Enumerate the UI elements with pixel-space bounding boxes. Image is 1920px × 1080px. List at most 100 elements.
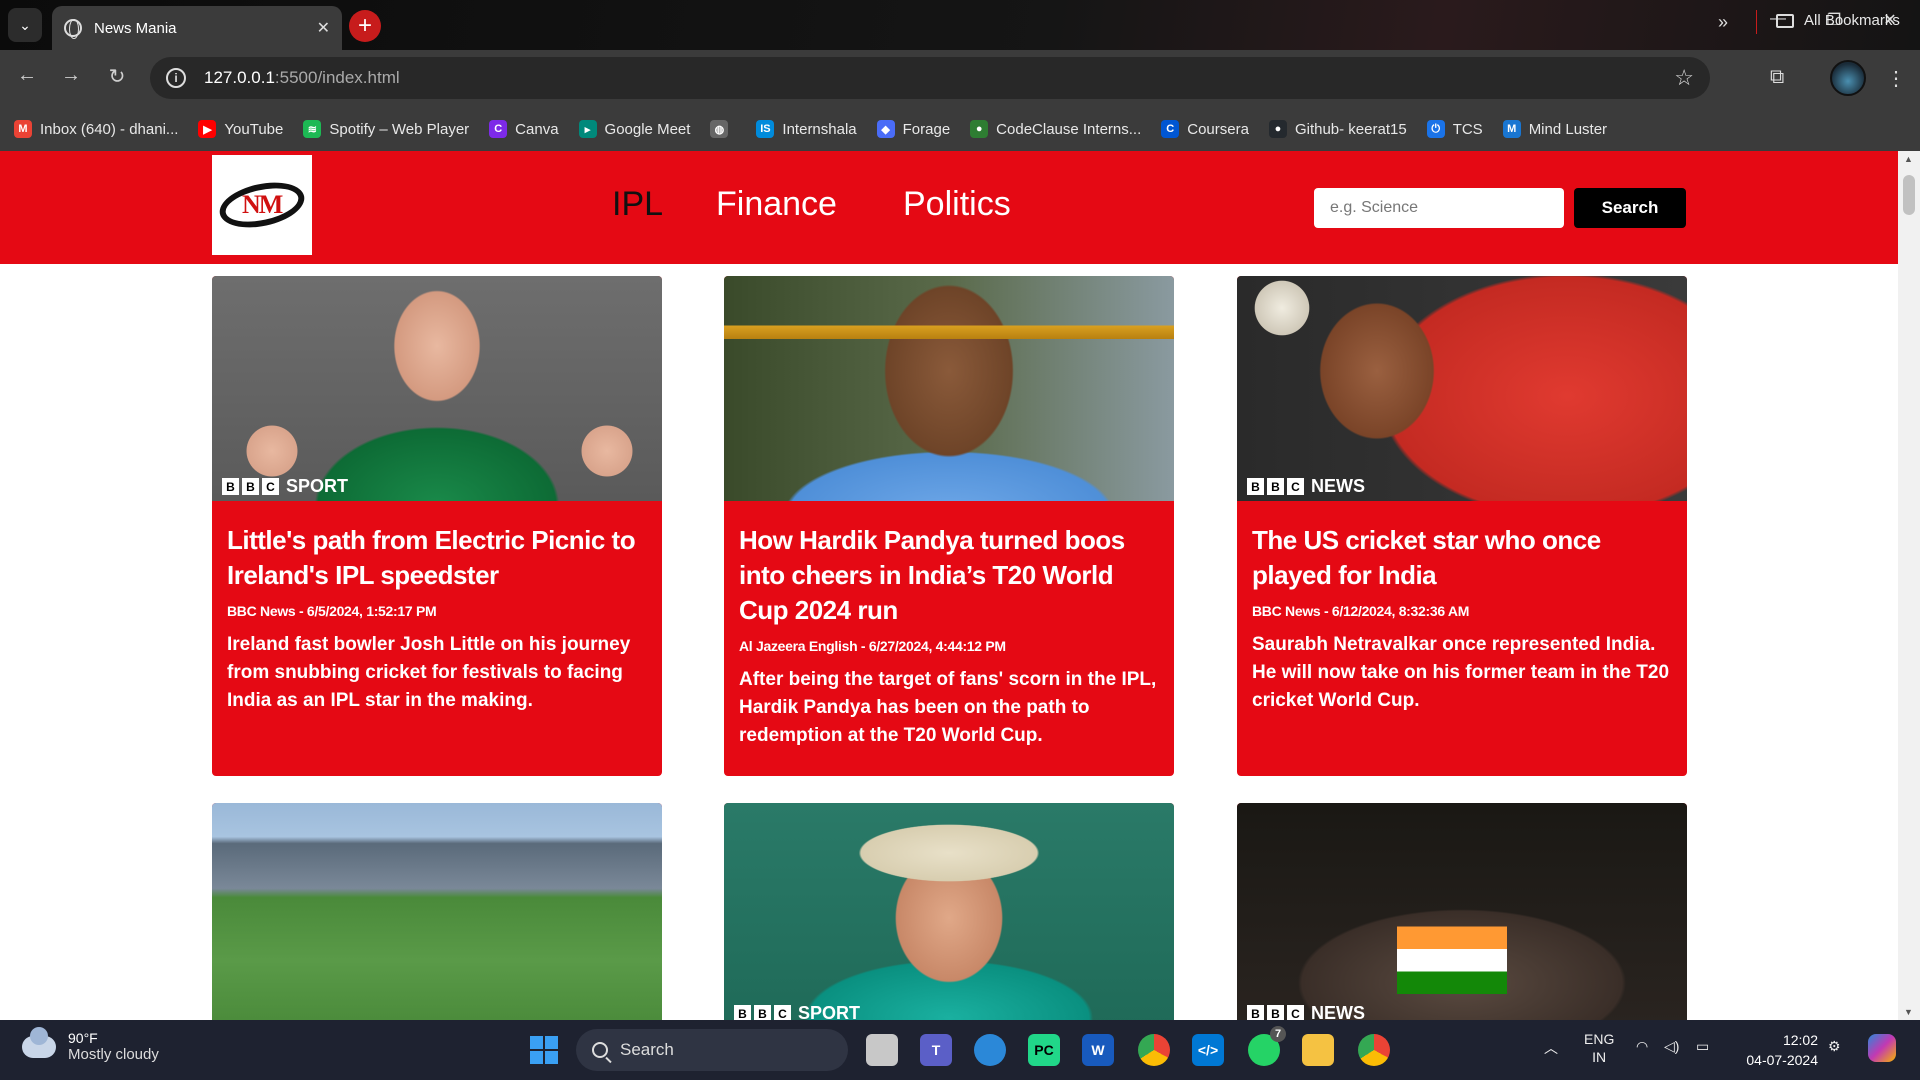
address-bar[interactable]: i 127.0.0.1:5500/index.html ☆	[150, 57, 1710, 99]
clock[interactable]: 12:02 04-07-2024	[1738, 1030, 1818, 1070]
forage-icon: ◆	[876, 120, 895, 138]
windows-start-icon[interactable]	[530, 1036, 558, 1064]
forward-icon[interactable]: →	[56, 64, 86, 87]
teams-icon[interactable]: T	[920, 1034, 952, 1066]
bookmark-label: CodeClause Interns...	[996, 120, 1142, 138]
globe-icon	[64, 19, 82, 39]
news-card[interactable]: BBC NEWS	[1237, 803, 1687, 1020]
news-card[interactable]: BBC SPORT Little's path from Electric Pi…	[212, 276, 662, 776]
url-path: :5500/index.html	[274, 68, 400, 87]
taskbar-search-label: Search	[620, 1040, 674, 1059]
notifications-icon[interactable]: ⚙	[1828, 1038, 1841, 1055]
news-image: BBC SPORT	[212, 276, 662, 501]
word-icon[interactable]: W	[1082, 1034, 1114, 1066]
taskbar: 90°F Mostly cloudy Search T PC W </> 7 ︿…	[0, 1020, 1920, 1080]
profile-avatar[interactable]	[1830, 60, 1866, 96]
scroll-down-icon[interactable]: ▼	[1904, 1007, 1913, 1017]
bookmark-item[interactable]: ◍	[710, 120, 736, 138]
bookmark-item[interactable]: ◆ Forage	[876, 120, 950, 138]
whatsapp-icon[interactable]: 7	[1248, 1026, 1286, 1066]
internshala-icon: IS	[756, 120, 775, 138]
article-title[interactable]: Little's path from Electric Picnic to Ir…	[227, 523, 647, 593]
scrollbar-thumb[interactable]	[1903, 175, 1915, 215]
meet-icon: ▸	[578, 120, 597, 138]
vscode-icon[interactable]: </>	[1192, 1034, 1224, 1066]
article-description: After being the target of fans' scorn in…	[739, 669, 1157, 746]
nav-ipl[interactable]: IPL	[612, 185, 663, 224]
article-description: Saurabh Netravalkar once represented Ind…	[1252, 634, 1670, 711]
reload-icon[interactable]: ↻	[102, 64, 132, 89]
bookmark-item[interactable]: ● Github- keerat15	[1268, 120, 1407, 138]
tray-overflow-icon[interactable]: ︿	[1544, 1038, 1558, 1058]
browser-titlebar: ⌄ News Mania ✕ + — ❐ ✕	[0, 0, 1920, 50]
back-icon[interactable]: ←	[12, 64, 42, 87]
task-view-icon[interactable]	[866, 1034, 898, 1066]
nav-politics[interactable]: Politics	[903, 185, 1011, 224]
bookmarks-divider	[1756, 10, 1757, 34]
bookmark-item[interactable]: M Inbox (640) - dhani...	[14, 120, 178, 138]
menu-icon[interactable]: ⋮	[1886, 66, 1906, 91]
article-meta: Al Jazeera English - 6/27/2024, 4:44:12 …	[739, 638, 1006, 654]
new-tab-button[interactable]: +	[349, 10, 381, 42]
volume-icon[interactable]: ◁)	[1664, 1038, 1679, 1055]
bbc-sport-badge: BBC SPORT	[222, 476, 348, 497]
all-bookmarks-button[interactable]: All Bookmarks	[1776, 12, 1900, 29]
scroll-up-icon[interactable]: ▲	[1904, 154, 1913, 164]
weather-condition: Mostly cloudy	[68, 1046, 159, 1063]
paint-icon[interactable]	[974, 1034, 1006, 1066]
bookmark-label: Google Meet	[604, 120, 691, 138]
spotify-icon: ≋	[303, 120, 322, 138]
canva-icon: C	[489, 120, 508, 138]
wifi-icon[interactable]: ◠	[1636, 1038, 1648, 1055]
bookmark-item[interactable]: ≋ Spotify – Web Player	[303, 120, 469, 138]
page-scrollbar[interactable]: ▲ ▼	[1898, 151, 1920, 1020]
browser-tab[interactable]: News Mania ✕	[52, 6, 342, 50]
bookmark-label: Github- keerat15	[1294, 120, 1407, 138]
news-card[interactable]: How Hardik Pandya turned boos into cheer…	[724, 276, 1174, 776]
logo-ring-icon: NM	[215, 175, 309, 235]
bookmark-star-icon[interactable]: ☆	[1674, 65, 1694, 91]
site-info-icon[interactable]: i	[166, 68, 186, 88]
bookmark-item[interactable]: C Coursera	[1161, 120, 1249, 138]
bookmarks-overflow-icon[interactable]: »	[1718, 12, 1728, 33]
news-card[interactable]: BBC NEWS The US cricket star who once pl…	[1237, 276, 1687, 776]
article-title[interactable]: The US cricket star who once played for …	[1252, 523, 1672, 593]
news-card[interactable]	[212, 803, 662, 1020]
bookmark-item[interactable]: C Canva	[489, 120, 559, 138]
cloudy-weather-icon	[22, 1026, 56, 1058]
bookmark-item[interactable]: ▸ Google Meet	[578, 120, 691, 138]
bookmark-label: Inbox (640) - dhani...	[40, 120, 179, 138]
pycharm-icon[interactable]: PC	[1028, 1034, 1060, 1066]
news-image: BBC SPORT	[724, 803, 1174, 1020]
language-indicator[interactable]: ENG IN	[1584, 1030, 1614, 1066]
extensions-icon[interactable]: ⧉	[1770, 66, 1784, 89]
chrome-profile-icon[interactable]	[1358, 1034, 1390, 1066]
article-title[interactable]: How Hardik Pandya turned boos into cheer…	[739, 523, 1159, 628]
nav-finance[interactable]: Finance	[716, 185, 837, 224]
bookmark-label: TCS	[1452, 120, 1483, 138]
bookmark-item[interactable]: ● CodeClause Interns...	[970, 120, 1141, 138]
bookmark-item[interactable]: ⏻ TCS	[1426, 120, 1483, 138]
news-card[interactable]: BBC SPORT	[724, 803, 1174, 1020]
search-button[interactable]: Search	[1574, 188, 1686, 228]
tcs-icon: ⏻	[1426, 120, 1445, 138]
bookmark-item[interactable]: IS Internshala	[756, 120, 857, 138]
tab-close-icon[interactable]: ✕	[317, 18, 330, 38]
all-bookmarks-label: All Bookmarks	[1804, 12, 1900, 29]
battery-icon[interactable]: ▭	[1696, 1038, 1709, 1055]
codeclause-icon: ●	[970, 120, 989, 138]
tab-search-button[interactable]: ⌄	[8, 8, 42, 42]
globe-icon: ◍	[710, 120, 729, 138]
bookmark-item[interactable]: ▶ YouTube	[198, 120, 283, 138]
weather-widget[interactable]: 90°F Mostly cloudy	[22, 1026, 159, 1063]
chrome-icon[interactable]	[1138, 1034, 1170, 1066]
bookmark-label: YouTube	[224, 120, 284, 138]
taskbar-search[interactable]: Search	[576, 1029, 848, 1071]
site-logo[interactable]: NM	[212, 155, 312, 255]
page-viewport: NM IPL Finance Politics Search BBC SPORT…	[0, 151, 1920, 1020]
news-image: BBC NEWS	[1237, 276, 1687, 501]
copilot-icon[interactable]	[1868, 1034, 1896, 1062]
bookmark-item[interactable]: M Mind Luster	[1502, 120, 1607, 138]
file-explorer-icon[interactable]	[1302, 1034, 1334, 1066]
search-input[interactable]	[1314, 188, 1564, 228]
